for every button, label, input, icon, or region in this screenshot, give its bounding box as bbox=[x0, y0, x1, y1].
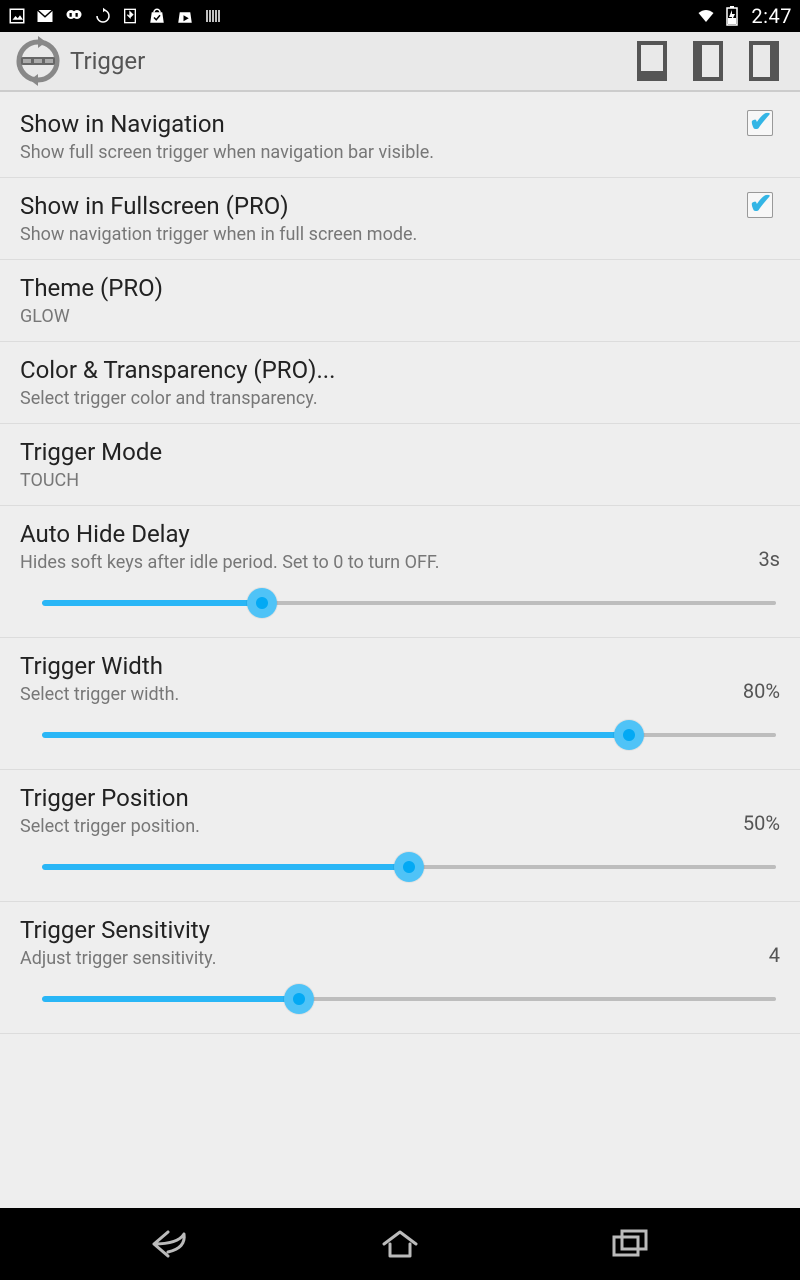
setting-trigger-sensitivity: Trigger Sensitivity Adjust trigger sensi… bbox=[0, 902, 800, 1034]
setting-summary: Select trigger position. bbox=[20, 816, 731, 837]
setting-title: Theme (PRO) bbox=[20, 274, 780, 302]
barcode-icon bbox=[204, 7, 222, 25]
setting-title: Trigger Position bbox=[20, 784, 731, 812]
navigation-bar bbox=[0, 1208, 800, 1280]
setting-trigger-mode[interactable]: Trigger Mode TOUCH bbox=[0, 424, 800, 506]
setting-value: 3s bbox=[758, 547, 780, 573]
checkbox[interactable] bbox=[747, 110, 773, 136]
slider-auto-hide[interactable] bbox=[42, 591, 776, 615]
settings-list: Show in Navigation Show full screen trig… bbox=[0, 92, 800, 1208]
slider-trigger-sensitivity[interactable] bbox=[42, 987, 776, 1011]
home-button[interactable] bbox=[340, 1220, 460, 1268]
page-title: Trigger bbox=[70, 47, 145, 75]
setting-summary: Show navigation trigger when in full scr… bbox=[20, 224, 740, 245]
recent-apps-button[interactable] bbox=[570, 1220, 690, 1268]
sync-icon bbox=[94, 7, 112, 25]
battery-icon bbox=[725, 6, 739, 26]
setting-theme[interactable]: Theme (PRO) GLOW bbox=[0, 260, 800, 342]
hangouts-icon bbox=[64, 7, 84, 25]
setting-show-in-fullscreen[interactable]: Show in Fullscreen (PRO) Show navigation… bbox=[0, 178, 800, 260]
setting-summary: GLOW bbox=[20, 306, 780, 327]
clock: 2:47 bbox=[751, 4, 792, 28]
setting-title: Color & Transparency (PRO)... bbox=[20, 356, 780, 384]
image-icon bbox=[8, 7, 26, 25]
setting-title: Trigger Sensitivity bbox=[20, 916, 757, 944]
setting-trigger-position: Trigger Position Select trigger position… bbox=[0, 770, 800, 902]
setting-value: 50% bbox=[743, 811, 780, 837]
setting-title: Show in Fullscreen (PRO) bbox=[20, 192, 740, 220]
setting-summary: TOUCH bbox=[20, 470, 780, 491]
setting-title: Auto Hide Delay bbox=[20, 520, 746, 548]
checkbox[interactable] bbox=[747, 192, 773, 218]
setting-title: Trigger Width bbox=[20, 652, 731, 680]
slider-trigger-width[interactable] bbox=[42, 723, 776, 747]
orientation-right-button[interactable] bbox=[740, 37, 788, 85]
orientation-left-button[interactable] bbox=[684, 37, 732, 85]
gmail-icon bbox=[36, 7, 54, 25]
setting-auto-hide-delay: Auto Hide Delay Hides soft keys after id… bbox=[0, 506, 800, 638]
action-bar: Trigger bbox=[0, 32, 800, 92]
play-icon bbox=[176, 7, 194, 25]
setting-value: 80% bbox=[743, 679, 780, 705]
setting-summary: Select trigger width. bbox=[20, 684, 731, 705]
setting-summary: Adjust trigger sensitivity. bbox=[20, 948, 757, 969]
download-icon bbox=[122, 7, 138, 25]
setting-show-in-navigation[interactable]: Show in Navigation Show full screen trig… bbox=[0, 96, 800, 178]
app-icon[interactable] bbox=[12, 35, 64, 87]
setting-trigger-width: Trigger Width Select trigger width. 80% bbox=[0, 638, 800, 770]
setting-value: 4 bbox=[769, 943, 780, 969]
shopping-icon bbox=[148, 7, 166, 25]
setting-title: Trigger Mode bbox=[20, 438, 780, 466]
setting-summary: Show full screen trigger when navigation… bbox=[20, 142, 740, 163]
setting-title: Show in Navigation bbox=[20, 110, 740, 138]
orientation-bottom-button[interactable] bbox=[628, 37, 676, 85]
back-button[interactable] bbox=[110, 1220, 230, 1268]
setting-summary: Select trigger color and transparency. bbox=[20, 388, 780, 409]
status-bar: 2:47 bbox=[0, 0, 800, 32]
wifi-icon bbox=[695, 7, 717, 25]
slider-trigger-position[interactable] bbox=[42, 855, 776, 879]
setting-color-transparency[interactable]: Color & Transparency (PRO)... Select tri… bbox=[0, 342, 800, 424]
setting-summary: Hides soft keys after idle period. Set t… bbox=[20, 552, 746, 573]
